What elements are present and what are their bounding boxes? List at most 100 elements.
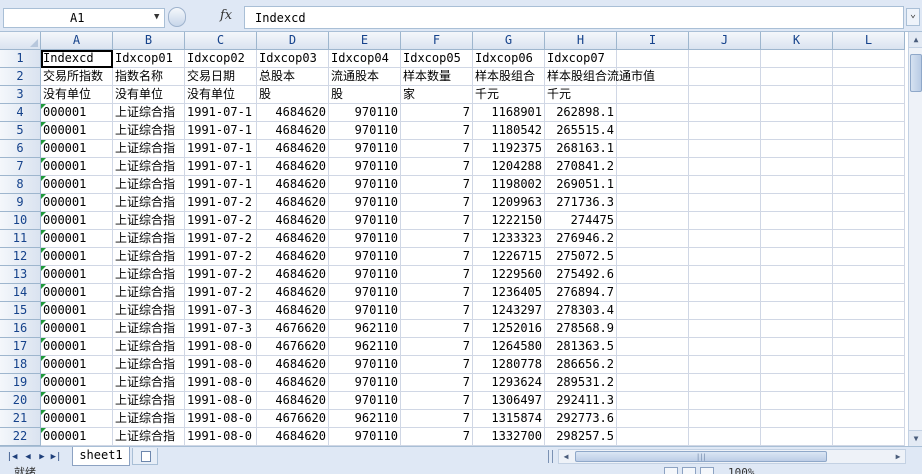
cell-h3[interactable]: 千元 [545,86,617,104]
cell-d15[interactable]: 4684620 [257,302,329,320]
row-header[interactable]: 4 [0,104,41,122]
cell-d3[interactable]: 股 [257,86,329,104]
cell-b10[interactable]: 上证综合指 [113,212,185,230]
cell-d4[interactable]: 4684620 [257,104,329,122]
cell-b7[interactable]: 上证综合指 [113,158,185,176]
cell-h5[interactable]: 265515.4 [545,122,617,140]
cell-h19[interactable]: 289531.2 [545,374,617,392]
cell-a5[interactable]: 000001 [41,122,113,140]
cell-k15[interactable] [761,302,833,320]
cell-i4[interactable] [617,104,689,122]
cell-c20[interactable]: 1991-08-0 [185,392,257,410]
cell-e11[interactable]: 970110 [329,230,401,248]
column-header-j[interactable]: J [689,32,761,50]
cell-a3[interactable]: 没有单位 [41,86,113,104]
cell-d10[interactable]: 4684620 [257,212,329,230]
cell-g20[interactable]: 1306497 [473,392,545,410]
cell-h9[interactable]: 271736.3 [545,194,617,212]
cell-k18[interactable] [761,356,833,374]
cell-e18[interactable]: 970110 [329,356,401,374]
cell-l2[interactable] [833,68,905,86]
horizontal-scroll-thumb[interactable]: ||| [575,451,827,462]
cell-g14[interactable]: 1236405 [473,284,545,302]
cell-h2[interactable]: 样本股组合流通市值 [545,68,655,86]
cell-e13[interactable]: 970110 [329,266,401,284]
cell-a20[interactable]: 000001 [41,392,113,410]
scroll-up-icon[interactable]: ▲ [909,32,922,48]
cell-c7[interactable]: 1991-07-1 [185,158,257,176]
cell-c21[interactable]: 1991-08-0 [185,410,257,428]
cell-i14[interactable] [617,284,689,302]
cell-a2[interactable]: 交易所指数 [41,68,113,86]
cell-c8[interactable]: 1991-07-1 [185,176,257,194]
cell-g10[interactable]: 1222150 [473,212,545,230]
cell-d11[interactable]: 4684620 [257,230,329,248]
cell-c15[interactable]: 1991-07-3 [185,302,257,320]
cell-k2[interactable] [761,68,833,86]
cell-g7[interactable]: 1204288 [473,158,545,176]
cell-d8[interactable]: 4684620 [257,176,329,194]
cell-e22[interactable]: 970110 [329,428,401,446]
cell-l1[interactable] [833,50,905,68]
normal-view-icon[interactable] [664,467,678,474]
row-header[interactable]: 3 [0,86,41,104]
scroll-down-icon[interactable]: ▼ [909,430,922,446]
cell-a10[interactable]: 000001 [41,212,113,230]
row-header[interactable]: 1 [0,50,41,68]
cell-d13[interactable]: 4684620 [257,266,329,284]
row-header[interactable]: 17 [0,338,41,356]
cell-f6[interactable]: 7 [401,140,473,158]
cell-i21[interactable] [617,410,689,428]
cell-k20[interactable] [761,392,833,410]
tab-split-handle[interactable] [548,450,553,463]
cell-e4[interactable]: 970110 [329,104,401,122]
cell-i15[interactable] [617,302,689,320]
cell-k22[interactable] [761,428,833,446]
cell-l11[interactable] [833,230,905,248]
cell-a19[interactable]: 000001 [41,374,113,392]
cell-j20[interactable] [689,392,761,410]
cell-k7[interactable] [761,158,833,176]
cell-f16[interactable]: 7 [401,320,473,338]
cell-l8[interactable] [833,176,905,194]
row-header[interactable]: 8 [0,176,41,194]
cell-g8[interactable]: 1198002 [473,176,545,194]
cell-d9[interactable]: 4684620 [257,194,329,212]
cell-a9[interactable]: 000001 [41,194,113,212]
cell-f14[interactable]: 7 [401,284,473,302]
cell-k1[interactable] [761,50,833,68]
cell-c1[interactable]: Idxcop02 [185,50,257,68]
cell-l3[interactable] [833,86,905,104]
row-header[interactable]: 2 [0,68,41,86]
cell-b6[interactable]: 上证综合指 [113,140,185,158]
row-header[interactable]: 10 [0,212,41,230]
row-header[interactable]: 12 [0,248,41,266]
cell-g17[interactable]: 1264580 [473,338,545,356]
cell-h22[interactable]: 298257.5 [545,428,617,446]
cell-a6[interactable]: 000001 [41,140,113,158]
cell-l7[interactable] [833,158,905,176]
cell-l12[interactable] [833,248,905,266]
cell-d19[interactable]: 4684620 [257,374,329,392]
cell-a17[interactable]: 000001 [41,338,113,356]
cell-h12[interactable]: 275072.5 [545,248,617,266]
cell-i10[interactable] [617,212,689,230]
cell-k6[interactable] [761,140,833,158]
row-header[interactable]: 7 [0,158,41,176]
cell-f20[interactable]: 7 [401,392,473,410]
cell-g19[interactable]: 1293624 [473,374,545,392]
cell-k12[interactable] [761,248,833,266]
cell-l22[interactable] [833,428,905,446]
cell-g22[interactable]: 1332700 [473,428,545,446]
cell-b14[interactable]: 上证综合指 [113,284,185,302]
row-header[interactable]: 13 [0,266,41,284]
cell-c12[interactable]: 1991-07-2 [185,248,257,266]
cell-h8[interactable]: 269051.1 [545,176,617,194]
cell-d22[interactable]: 4684620 [257,428,329,446]
cell-k5[interactable] [761,122,833,140]
column-header-k[interactable]: K [761,32,833,50]
cell-f18[interactable]: 7 [401,356,473,374]
cell-e9[interactable]: 970110 [329,194,401,212]
cell-i13[interactable] [617,266,689,284]
column-header-a[interactable]: A [41,32,113,50]
